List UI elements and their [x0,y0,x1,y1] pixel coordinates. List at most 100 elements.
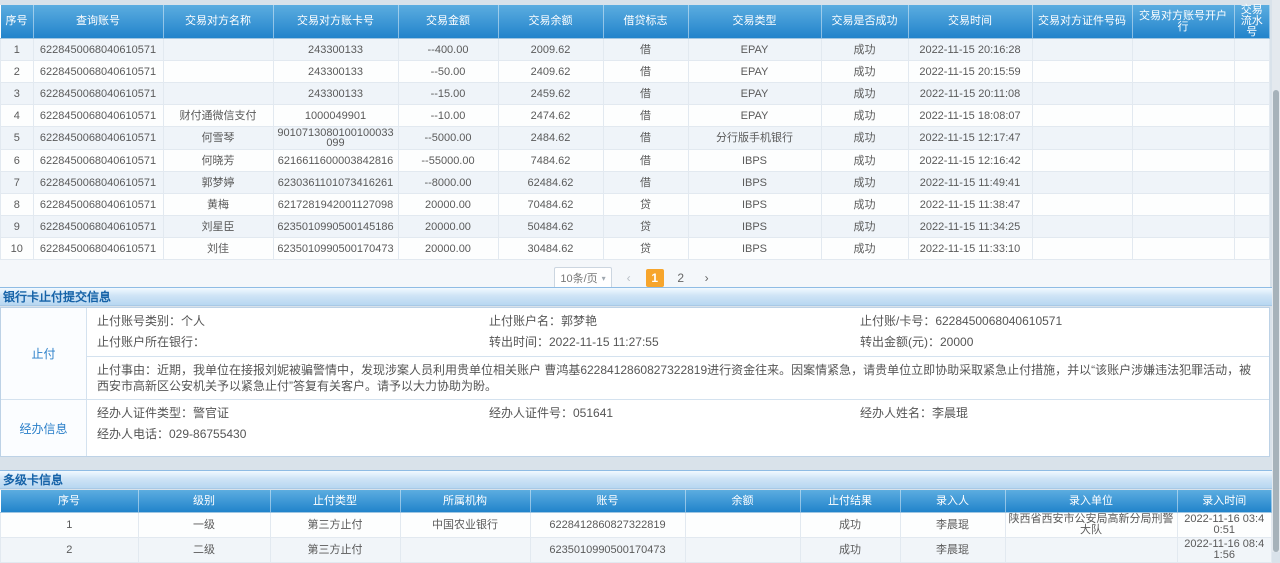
table-cell [1234,216,1270,238]
table-cell [1132,39,1234,61]
table-row[interactable]: 86228450068040610571黄梅621728194200112709… [1,194,1270,216]
page-size-select[interactable]: 10条/页 ▾ [554,267,611,289]
table-cell [1032,194,1132,216]
table-cell: 1 [1,513,139,538]
next-page-button[interactable]: › [698,269,716,287]
page-size-label: 10条/页 [560,270,597,286]
table-row[interactable]: 1一级第三方止付中国农业银行6228412860827322819成功李晨琨陕西… [1,513,1272,538]
page-2-button[interactable]: 2 [672,269,690,287]
field-transfer-out-amount: 转出金额(元)：20000 [860,332,1269,353]
table-cell [1234,172,1270,194]
table-row[interactable]: 26228450068040610571243300133--50.002409… [1,61,1270,83]
field-stop-account-bank: 止付账户所在银行： [97,332,489,353]
table-cell: 借 [603,105,688,127]
table-cell: 20000.00 [398,194,498,216]
page-1-button[interactable]: 1 [646,269,664,287]
table-cell: 2409.62 [498,61,603,83]
stop-payment-group-label: 止付 [1,308,87,399]
table-cell: 1 [1,39,34,61]
table-cell: 2022-11-15 12:16:42 [908,150,1032,172]
vertical-scrollbar[interactable] [1272,0,1280,552]
stop-payment-row: 止付 止付账号类别：个人 止付账户名：郭梦艳 止付账/卡号：6228450068… [1,308,1269,400]
table-cell [1132,150,1234,172]
transaction-table-header-row: 序号查询账号交易对方名称交易对方账卡号交易金额交易余额借贷标志交易类型交易是否成… [1,5,1270,39]
table-cell: 2022-11-15 12:17:47 [908,127,1032,150]
column-header: 序号 [1,490,139,513]
field-agent-id-number: 经办人证件号：051641 [489,403,860,424]
table-cell: 成功 [821,105,908,127]
table-cell: 6228450068040610571 [33,39,163,61]
table-cell: 刘星臣 [163,216,273,238]
table-cell: 贷 [603,216,688,238]
column-header: 交易对方证件号码 [1032,5,1132,39]
table-cell: 郭梦婷 [163,172,273,194]
table-cell [1132,61,1234,83]
column-header: 所属机构 [400,490,530,513]
table-cell: 6228450068040610571 [33,150,163,172]
table-cell: 2022-11-16 08:41:56 [1177,538,1272,563]
table-row[interactable]: 36228450068040610571243300133--15.002459… [1,83,1270,105]
transaction-panel: 序号查询账号交易对方名称交易对方账卡号交易金额交易余额借贷标志交易类型交易是否成… [0,5,1270,297]
table-cell: 成功 [800,513,900,538]
table-row[interactable]: 66228450068040610571何晓芳62166116000038428… [1,150,1270,172]
stop-payment-info-box: 止付 止付账号类别：个人 止付账户名：郭梦艳 止付账/卡号：6228450068… [0,307,1270,457]
table-cell [1032,61,1132,83]
table-cell: 70484.62 [498,194,603,216]
table-row[interactable]: 16228450068040610571243300133--400.00200… [1,39,1270,61]
table-cell: 2022-11-15 11:33:10 [908,238,1032,260]
table-cell: 6230361101073416261 [273,172,398,194]
column-header: 序号 [1,5,34,39]
caret-down-icon: ▾ [602,274,606,283]
table-cell [1234,127,1270,150]
table-cell: 6235010990500145186 [273,216,398,238]
table-cell: --55000.00 [398,150,498,172]
table-cell [1132,172,1234,194]
table-cell [1234,39,1270,61]
table-cell: --5000.00 [398,127,498,150]
table-row[interactable]: 76228450068040610571郭梦婷62303611010734162… [1,172,1270,194]
table-row[interactable]: 46228450068040610571财付通微信支付1000049901--1… [1,105,1270,127]
table-row[interactable]: 56228450068040610571何雪琴90107130801001000… [1,127,1270,150]
table-cell: --400.00 [398,39,498,61]
table-cell: 30484.62 [498,238,603,260]
table-cell: 第三方止付 [270,513,400,538]
table-cell [1234,150,1270,172]
table-cell: 成功 [821,194,908,216]
table-cell: 9 [1,216,34,238]
table-row[interactable]: 96228450068040610571刘星臣62350109905001451… [1,216,1270,238]
table-cell: --15.00 [398,83,498,105]
column-header: 账号 [530,490,685,513]
table-cell: 成功 [821,83,908,105]
column-header: 交易流水号 [1234,5,1270,39]
table-cell: 10 [1,238,34,260]
table-cell: 7 [1,172,34,194]
column-header: 止付结果 [800,490,900,513]
table-cell: 成功 [821,238,908,260]
table-row[interactable]: 106228450068040610571刘佳62350109905001704… [1,238,1270,260]
scrollbar-thumb[interactable] [1273,90,1279,552]
table-cell: 贷 [603,194,688,216]
table-row[interactable]: 2二级第三方止付6235010990500170473成功李晨琨2022-11-… [1,538,1272,563]
table-cell: 2022-11-15 20:16:28 [908,39,1032,61]
table-cell [1132,238,1234,260]
table-cell [1234,238,1270,260]
stop-payment-fields: 止付账号类别：个人 止付账户名：郭梦艳 止付账/卡号：6228450068040… [87,308,1269,356]
table-cell: 何晓芳 [163,150,273,172]
table-cell: 2459.62 [498,83,603,105]
table-cell: 2 [1,538,139,563]
column-header: 交易对方账号开户行 [1132,5,1234,39]
table-cell: 何雪琴 [163,127,273,150]
table-cell: 成功 [821,61,908,83]
table-cell: 6228450068040610571 [33,194,163,216]
column-header: 止付类型 [270,490,400,513]
prev-page-button[interactable]: ‹ [620,269,638,287]
column-header: 交易时间 [908,5,1032,39]
table-cell: 李晨琨 [900,513,1005,538]
table-cell: 62484.62 [498,172,603,194]
table-cell [685,513,800,538]
table-cell [1032,216,1132,238]
transaction-table-body: 16228450068040610571243300133--400.00200… [1,39,1270,260]
table-cell: 6228450068040610571 [33,127,163,150]
table-cell [1234,194,1270,216]
table-cell: 2484.62 [498,127,603,150]
